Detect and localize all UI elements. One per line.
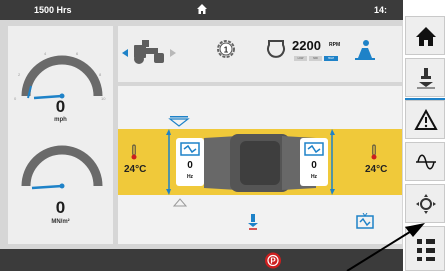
roller-display: 1500 Hrs 14: 0 2 4 6 8 10 0 mph 0 MN/m² (0, 0, 446, 271)
pointer-arrow (346, 223, 425, 271)
